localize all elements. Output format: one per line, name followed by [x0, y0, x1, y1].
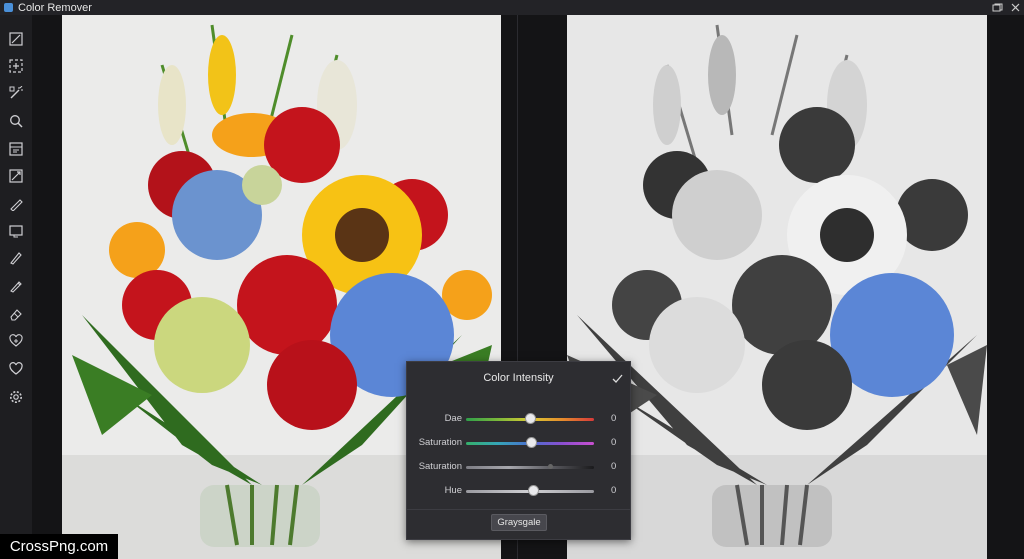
brush-icon[interactable]	[8, 196, 24, 212]
heal-icon[interactable]	[8, 333, 24, 349]
settings-icon[interactable]	[8, 389, 24, 405]
slider-thumb[interactable]	[525, 413, 536, 424]
slider-thumb[interactable]	[527, 485, 539, 496]
pen-icon[interactable]	[8, 278, 24, 294]
slider-row: Saturation 0	[407, 459, 630, 475]
grayscale-button[interactable]: Graysgale	[491, 514, 547, 531]
slider-value: 0	[611, 485, 617, 496]
window-title: Color Remover	[18, 1, 92, 14]
transform-icon[interactable]	[8, 168, 24, 184]
pencil-icon[interactable]	[8, 250, 24, 266]
slider-label: Hue	[444, 485, 462, 496]
slider-value: 0	[611, 413, 617, 424]
color-intensity-panel: Color Intensity Dae 0 Saturation 0 Satur…	[406, 361, 631, 540]
watermark: CrossPng.com	[0, 534, 118, 559]
favorite-icon[interactable]	[8, 361, 24, 377]
panel-title: Color Intensity	[483, 372, 554, 384]
slider-thumb[interactable]	[526, 437, 538, 448]
panel-icon[interactable]	[8, 141, 24, 157]
frame-icon[interactable]	[8, 223, 24, 239]
zoom-icon[interactable]	[8, 113, 24, 129]
slider-row: Dae 0	[407, 411, 630, 427]
slider-value: 0	[611, 437, 617, 448]
close-icon[interactable]	[1011, 3, 1020, 12]
title-bar: Color Remover	[0, 0, 1024, 15]
panel-divider	[407, 509, 630, 510]
tool-sidebar	[0, 15, 32, 559]
saturation-slider-track[interactable]	[466, 466, 594, 469]
restore-icon[interactable]	[992, 3, 1003, 12]
magic-wand-icon[interactable]	[8, 85, 24, 101]
slider-row: Hue 0	[407, 483, 630, 499]
slider-label: Saturation	[418, 461, 462, 472]
slider-label: Saturation	[418, 437, 462, 448]
crop-icon[interactable]	[8, 31, 24, 47]
slider-label: Dae	[444, 413, 462, 424]
select-add-icon[interactable]	[8, 58, 24, 74]
app-icon	[4, 3, 13, 12]
slider-value: 0	[611, 461, 617, 472]
check-icon[interactable]	[612, 370, 623, 388]
eraser-icon[interactable]	[8, 306, 24, 322]
slider-row: Saturation 0	[407, 435, 630, 451]
